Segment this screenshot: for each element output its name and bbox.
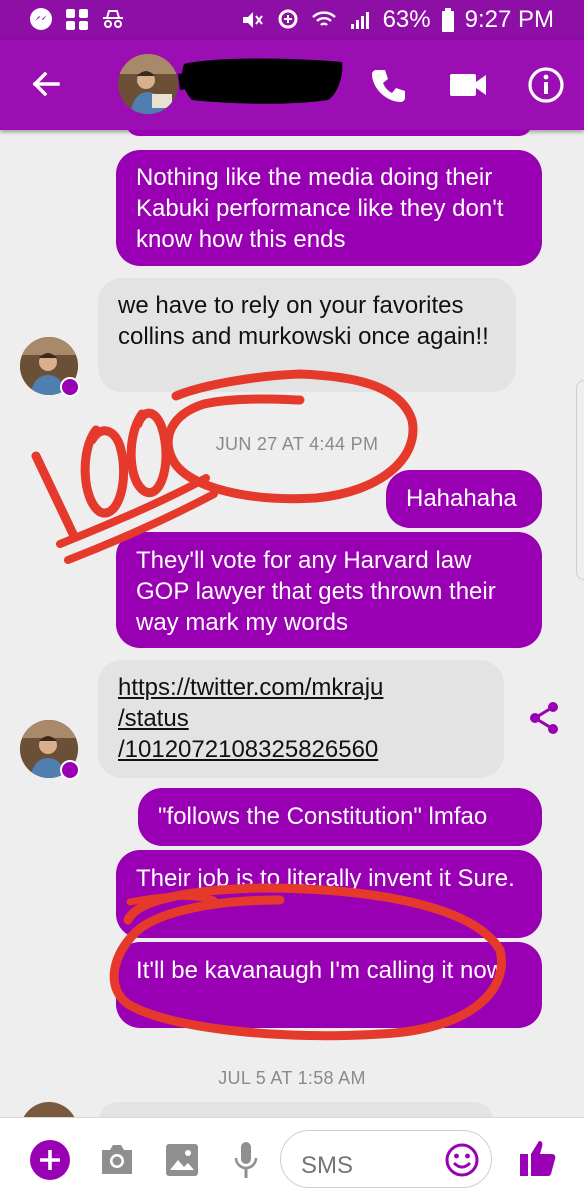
data-saver-icon: [278, 9, 298, 29]
message-text: Nothing like the media doing their Kabuk…: [136, 164, 504, 253]
messenger-icon: [30, 8, 52, 30]
camera-icon[interactable]: [98, 1142, 136, 1178]
message-text: Hahahaha: [406, 485, 517, 512]
message-bubble-outgoing[interactable]: Their job is to literally invent it Sure…: [116, 850, 542, 938]
video-camera-icon[interactable]: [448, 68, 488, 102]
scroll-handle[interactable]: [576, 380, 584, 580]
gallery-icon[interactable]: [164, 1142, 200, 1178]
message-bubble-outgoing[interactable]: "follows the Constitution" lmfao: [138, 788, 542, 846]
clock: 9:27 PM: [464, 6, 554, 33]
link-line[interactable]: https://twitter.com/mkraju: [118, 672, 484, 703]
timestamp: JUN 27 AT 4:44 PM: [215, 434, 379, 454]
share-icon[interactable]: [526, 700, 562, 736]
message-text: It'll be kavanaugh I'm calling it now: [136, 957, 505, 984]
message-bubble-outgoing[interactable]: Hahahaha: [386, 470, 542, 528]
message-bubble-outgoing[interactable]: They'll vote for any Harvard law GOP law…: [116, 532, 542, 648]
link-message-bubble[interactable]: https://twitter.com/mkraju /status /1012…: [98, 660, 504, 778]
message-bubble-outgoing[interactable]: It'll be kavanaugh I'm calling it now: [116, 942, 542, 1028]
sender-avatar[interactable]: [20, 1102, 78, 1117]
emoji-icon[interactable]: [444, 1142, 480, 1178]
status-bar: 63% 9:27 PM: [0, 0, 584, 40]
contact-avatar[interactable]: [118, 54, 178, 114]
plus-icon: [40, 1150, 60, 1170]
app-grid-icon: [66, 9, 88, 30]
battery-percent: 63%: [382, 6, 431, 33]
message-text: "follows the Constitution" lmfao: [158, 803, 488, 830]
info-icon[interactable]: [526, 65, 566, 105]
messenger-badge-icon: [60, 760, 80, 780]
link-line[interactable]: /1012072108325826560: [118, 734, 484, 765]
messenger-badge-icon: [60, 377, 80, 397]
signal-icon: [350, 12, 369, 29]
message-bubble-outgoing[interactable]: Nothing like the media doing their Kabuk…: [116, 150, 542, 266]
wifi-icon: [311, 11, 336, 26]
incognito-icon: [103, 10, 123, 28]
battery-icon: [441, 8, 454, 32]
message-text: They'll vote for any Harvard law GOP law…: [136, 547, 496, 636]
timestamp: JUL 5 AT 1:58 AM: [218, 1068, 366, 1088]
phone-icon[interactable]: [370, 66, 408, 104]
message-list[interactable]: Nothing like the media doing their Kabuk…: [0, 130, 584, 1117]
composer-bar: [0, 1117, 584, 1200]
conversation-header: [0, 40, 584, 130]
microphone-icon[interactable]: [232, 1140, 260, 1180]
add-button[interactable]: [30, 1140, 70, 1180]
message-bubble-incoming-partial[interactable]: [98, 1102, 494, 1117]
redacted-contact-name: [178, 58, 343, 104]
thumbs-up-icon[interactable]: [518, 1138, 558, 1178]
back-arrow-icon[interactable]: [26, 64, 66, 104]
message-text: Their job is to literally invent it Sure…: [136, 865, 515, 892]
message-bubble-incoming[interactable]: we have to rely on your favorites collin…: [98, 278, 516, 392]
link-line[interactable]: /status: [118, 703, 484, 734]
mute-icon: [242, 12, 263, 28]
message-text: we have to rely on your favorites collin…: [118, 292, 489, 350]
message-bubble-partial[interactable]: [126, 130, 532, 136]
